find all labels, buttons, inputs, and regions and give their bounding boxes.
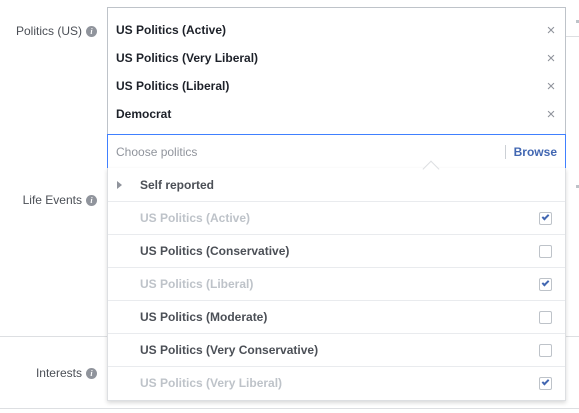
info-icon[interactable]: i xyxy=(86,367,97,379)
option-us-politics-conservative[interactable]: US Politics (Conservative) xyxy=(108,234,565,267)
remove-icon[interactable]: × xyxy=(545,78,557,95)
checkbox[interactable] xyxy=(539,310,552,324)
group-label: Self reported xyxy=(140,177,215,192)
info-icon[interactable]: i xyxy=(86,25,97,37)
token-label: US Politics (Liberal) xyxy=(116,79,230,93)
expand-triangle-icon xyxy=(117,180,122,189)
token-label: Democrat xyxy=(116,107,172,121)
interests-label: Interests i xyxy=(36,366,97,380)
browse-button[interactable]: Browse xyxy=(514,145,565,159)
token-label: US Politics (Very Liberal) xyxy=(116,51,259,65)
life-events-label-text: Life Events xyxy=(22,193,82,207)
option-label: US Politics (Very Conservative) xyxy=(140,343,319,357)
token: US Politics (Active) × xyxy=(116,20,557,40)
checkbox[interactable] xyxy=(539,376,552,390)
checkbox[interactable] xyxy=(539,211,552,225)
politics-label: Politics (US) i xyxy=(16,24,97,38)
checkmark-icon xyxy=(541,212,550,221)
option-us-politics-active[interactable]: US Politics (Active) xyxy=(108,201,565,234)
section-divider xyxy=(0,408,579,409)
option-label: US Politics (Very Liberal) xyxy=(140,376,283,390)
politics-label-text: Politics (US) xyxy=(15,24,82,38)
checkbox[interactable] xyxy=(539,244,552,258)
checkmark-icon xyxy=(541,278,550,287)
politics-search: Browse xyxy=(107,134,566,169)
politics-dropdown: Self reported US Politics (Active) US Po… xyxy=(107,168,566,401)
option-label: US Politics (Liberal) xyxy=(140,277,254,291)
divider xyxy=(504,144,506,159)
option-label: US Politics (Conservative) xyxy=(140,244,290,258)
checkbox[interactable] xyxy=(539,343,552,357)
option-label: US Politics (Active) xyxy=(140,211,251,225)
token: US Politics (Very Liberal) × xyxy=(116,48,557,68)
option-us-politics-liberal[interactable]: US Politics (Liberal) xyxy=(108,267,565,300)
interests-label-text: Interests xyxy=(35,366,82,380)
token: US Politics (Liberal) × xyxy=(116,76,557,96)
token-label: US Politics (Active) xyxy=(116,23,227,37)
remove-icon[interactable]: × xyxy=(545,22,557,39)
section-divider xyxy=(566,36,579,37)
option-us-politics-very-liberal[interactable]: US Politics (Very Liberal) xyxy=(108,366,565,399)
selected-politics-list: US Politics (Active) × US Politics (Very… xyxy=(107,7,566,134)
life-events-label: Life Events i xyxy=(23,193,97,207)
token: Democrat × xyxy=(116,104,557,124)
remove-icon[interactable]: × xyxy=(545,106,557,123)
option-label: US Politics (Moderate) xyxy=(140,310,268,324)
search-input[interactable] xyxy=(108,135,505,168)
checkbox[interactable] xyxy=(539,277,552,291)
checkmark-icon xyxy=(541,377,550,386)
remove-icon[interactable]: × xyxy=(545,50,557,67)
info-icon[interactable]: i xyxy=(86,194,97,206)
option-us-politics-very-conservative[interactable]: US Politics (Very Conservative) xyxy=(108,333,565,366)
group-header-self-reported[interactable]: Self reported xyxy=(108,168,565,201)
option-us-politics-moderate[interactable]: US Politics (Moderate) xyxy=(108,300,565,333)
